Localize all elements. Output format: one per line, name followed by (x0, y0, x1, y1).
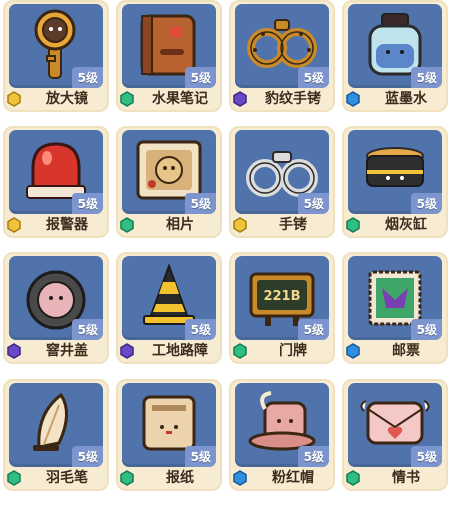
level-badge: 5级 (410, 193, 442, 214)
item-card-love-letter[interactable]: 5级 情书 (342, 379, 448, 491)
item-tile: 5级 (9, 130, 103, 214)
item-tile: 5级 (9, 4, 103, 88)
gold-hexagon-icon (233, 217, 247, 233)
item-card-quill[interactable]: 5级 羽毛笔 (3, 379, 109, 491)
item-name: 报警器 (46, 217, 88, 233)
item-name: 相片 (166, 217, 194, 233)
level-badge: 5级 (410, 67, 442, 88)
item-card-alarm[interactable]: 5级 报警器 (3, 126, 109, 238)
level-badge: 5级 (71, 67, 103, 88)
item-tile: 5级 (235, 383, 329, 467)
purple-hexagon-icon (120, 343, 134, 359)
item-name: 门牌 (279, 343, 307, 359)
item-tile: 5级 (122, 256, 216, 340)
level-badge: 5级 (297, 319, 329, 340)
item-name: 情书 (392, 470, 420, 486)
item-collection-grid: 5级 放大镜 5级 水果笔记 5级 豹纹手铐 5级 蓝墨水 5级 报警器 5级 … (0, 0, 453, 506)
item-name: 手铐 (279, 217, 307, 233)
item-tile: 5级 (348, 383, 442, 467)
item-card-photo[interactable]: 5级 相片 (116, 126, 222, 238)
item-tile: 5级 (235, 130, 329, 214)
level-badge: 5级 (410, 319, 442, 340)
item-tile: 5级 (9, 383, 103, 467)
item-tile: 5级 (122, 4, 216, 88)
item-tile: 5级 (122, 383, 216, 467)
level-badge: 5级 (184, 67, 216, 88)
item-name: 放大镜 (46, 91, 88, 107)
gold-hexagon-icon (7, 91, 21, 107)
level-badge: 5级 (71, 446, 103, 467)
item-name: 豹纹手铐 (265, 91, 321, 107)
purple-hexagon-icon (233, 91, 247, 107)
blue-hexagon-icon (346, 343, 360, 359)
item-card-pink-hat[interactable]: 5级 粉红帽 (229, 379, 335, 491)
item-card-stamp[interactable]: 5级 邮票 (342, 252, 448, 364)
item-card-handcuffs[interactable]: 5级 手铐 (229, 126, 335, 238)
item-card-leopard-handcuffs[interactable]: 5级 豹纹手铐 (229, 0, 335, 112)
item-tile: 5级 (235, 4, 329, 88)
item-name: 蓝墨水 (385, 91, 427, 107)
level-badge: 5级 (410, 446, 442, 467)
level-badge: 5级 (71, 319, 103, 340)
item-card-fruit-notebook[interactable]: 5级 水果笔记 (116, 0, 222, 112)
item-name: 报纸 (166, 470, 194, 486)
level-badge: 5级 (297, 446, 329, 467)
item-tile: 5级 (348, 4, 442, 88)
item-name: 水果笔记 (152, 91, 208, 107)
item-name: 粉红帽 (272, 470, 314, 486)
item-name: 烟灰缸 (385, 217, 427, 233)
gold-hexagon-icon (7, 217, 21, 233)
item-tile: 5级 (9, 256, 103, 340)
blue-hexagon-icon (346, 91, 360, 107)
item-card-manhole-cover[interactable]: 5级 窨井盖 (3, 252, 109, 364)
item-tile: 221B 5级 (235, 256, 329, 340)
green-hexagon-icon (233, 343, 247, 359)
item-card-traffic-cone[interactable]: 5级 工地路障 (116, 252, 222, 364)
purple-hexagon-icon (7, 343, 21, 359)
item-name: 窨井盖 (46, 343, 88, 359)
item-card-ashtray[interactable]: 5级 烟灰缸 (342, 126, 448, 238)
level-badge: 5级 (71, 193, 103, 214)
green-hexagon-icon (346, 217, 360, 233)
level-badge: 5级 (184, 193, 216, 214)
level-badge: 5级 (184, 446, 216, 467)
item-name: 羽毛笔 (46, 470, 88, 486)
svg-text:221B: 221B (263, 289, 300, 304)
item-card-blue-ink[interactable]: 5级 蓝墨水 (342, 0, 448, 112)
item-name: 邮票 (392, 343, 420, 359)
green-hexagon-icon (120, 91, 134, 107)
level-badge: 5级 (184, 319, 216, 340)
item-name: 工地路障 (152, 343, 208, 359)
item-tile: 5级 (122, 130, 216, 214)
item-card-magnifier[interactable]: 5级 放大镜 (3, 0, 109, 112)
item-card-newspaper[interactable]: 5级 报纸 (116, 379, 222, 491)
green-hexagon-icon (7, 470, 21, 486)
level-badge: 5级 (297, 193, 329, 214)
green-hexagon-icon (346, 470, 360, 486)
green-hexagon-icon (120, 470, 134, 486)
item-card-door-plate[interactable]: 221B 5级 门牌 (229, 252, 335, 364)
green-hexagon-icon (120, 217, 134, 233)
item-tile: 5级 (348, 130, 442, 214)
item-tile: 5级 (348, 256, 442, 340)
level-badge: 5级 (297, 67, 329, 88)
blue-hexagon-icon (233, 470, 247, 486)
